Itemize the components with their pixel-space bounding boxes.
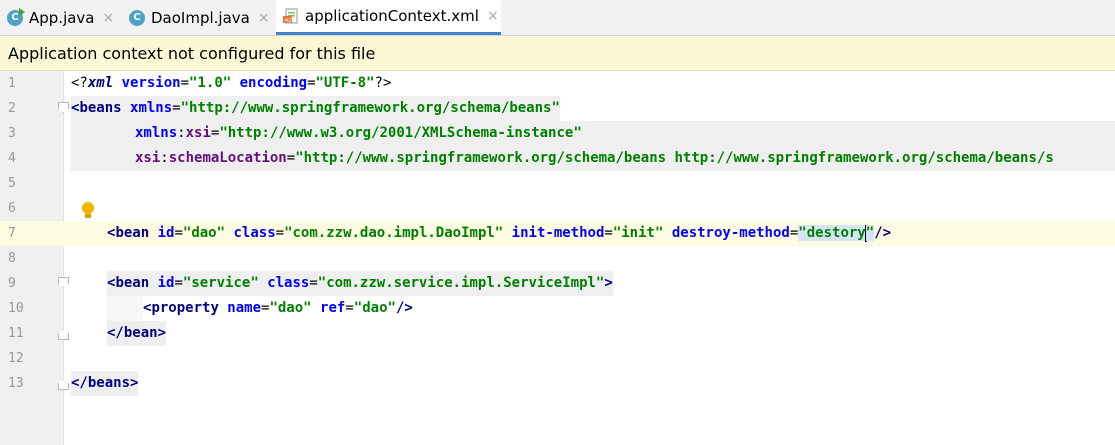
code-line-current: 7 <bean id="dao" class="com.zzw.dao.impl…	[0, 221, 1115, 246]
context-not-configured-banner: Application context not configured for t…	[0, 36, 1115, 71]
line-number: 9	[8, 276, 16, 291]
line-2-code: <beans xmlns="http://www.springframework…	[71, 96, 560, 121]
line-number: 5	[8, 176, 16, 191]
code-line: 1 <?xml version="1.0" encoding="UTF-8"?>	[0, 71, 1115, 96]
tab-label: DaoImpl.java	[151, 8, 250, 27]
tab-daoimpl-java[interactable]: C DaoImpl.java ×	[122, 0, 274, 35]
line-10-code: <property name="dao" ref="dao"/>	[143, 300, 413, 316]
code-line: 2 <beans xmlns="http://www.springframewo…	[0, 96, 1115, 121]
java-class-icon: C	[7, 7, 25, 26]
line-number: 8	[8, 251, 16, 266]
code-line: 5	[0, 171, 1115, 196]
line-11-code: </bean>	[107, 321, 167, 346]
line-number: 4	[8, 151, 16, 166]
tab-label: App.java	[29, 8, 95, 27]
fold-end-icon[interactable]	[58, 379, 69, 390]
tab-app-java[interactable]: C App.java ×	[0, 0, 122, 35]
code-line: 13 </beans>	[0, 371, 1115, 396]
line-number: 13	[8, 376, 24, 391]
code-line: 8	[0, 246, 1115, 271]
line-1-code: <?xml version="1.0" encoding="UTF-8"?>	[71, 75, 392, 91]
java-class-icon: C	[129, 9, 145, 26]
fold-collapse-icon[interactable]	[58, 102, 69, 113]
code-line: 12	[0, 346, 1115, 371]
tab-applicationcontext-xml[interactable]: </> applicationContext.xml ×	[276, 0, 501, 35]
line-number: 1	[8, 76, 16, 91]
highlighted-value: destory	[806, 225, 866, 241]
code-line: 6	[0, 196, 1115, 221]
code-line: 4 xsi:schemaLocation="http://www.springf…	[0, 146, 1115, 171]
code-line: 10 <property name="dao" ref="dao"/>	[0, 296, 1115, 321]
line-number: 10	[8, 301, 24, 316]
line-number: 2	[8, 101, 16, 116]
line-7-code: <bean id="dao" class="com.zzw.dao.impl.D…	[107, 224, 892, 242]
close-icon[interactable]: ×	[103, 10, 115, 26]
xml-file-icon: </>	[283, 8, 299, 24]
line-number: 3	[8, 126, 16, 141]
close-icon[interactable]: ×	[487, 8, 499, 24]
indent-guide	[107, 296, 143, 321]
line-3-code: xmlns:xsi="http://www.w3.org/2001/XMLSch…	[71, 121, 1115, 146]
code-line: 11 </bean>	[0, 321, 1115, 346]
fold-collapse-icon[interactable]	[58, 277, 69, 288]
fold-end-icon[interactable]	[58, 329, 69, 340]
line-number: 7	[8, 226, 16, 241]
line-number: 12	[8, 351, 24, 366]
line-9-code: <bean id="service" class="com.zzw.servic…	[107, 271, 613, 296]
line-13-code: </beans>	[71, 371, 139, 396]
code-editor[interactable]: 1 <?xml version="1.0" encoding="UTF-8"?>…	[0, 71, 1115, 445]
close-icon[interactable]: ×	[258, 10, 270, 26]
svg-text:</>: </>	[284, 17, 296, 24]
code-line: 9 <bean id="service" class="com.zzw.serv…	[0, 271, 1115, 296]
line-number: 11	[8, 326, 24, 341]
tab-label: applicationContext.xml	[305, 7, 479, 25]
code-line: 3 xmlns:xsi="http://www.w3.org/2001/XMLS…	[0, 121, 1115, 146]
line-4-code: xsi:schemaLocation="http://www.springfra…	[71, 146, 1115, 171]
editor-tab-bar: C App.java × C DaoImpl.java × </> applic…	[0, 0, 1115, 36]
lightbulb-icon[interactable]	[81, 201, 95, 221]
line-number: 6	[8, 201, 16, 216]
banner-text: Application context not configured for t…	[8, 43, 376, 63]
